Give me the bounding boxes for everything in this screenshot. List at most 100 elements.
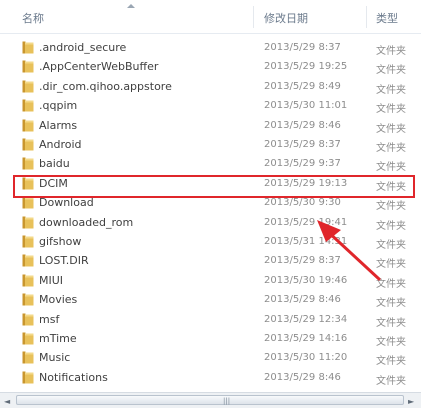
- folder-icon: [22, 177, 34, 190]
- folder-icon: [22, 235, 34, 248]
- file-type: 文件夹: [376, 104, 406, 116]
- folder-icon: [22, 80, 34, 93]
- file-modified-date: 2013/5/29 8:46: [264, 371, 341, 383]
- file-type: 文件夹: [376, 240, 406, 251]
- file-modified-date: 2013/5/31 14:31: [264, 236, 348, 247]
- file-row[interactable]: .qqpim 2013/5/30 11:01 文件夹: [0, 96, 421, 115]
- folder-icon: [22, 41, 34, 54]
- sort-ascending-icon[interactable]: [127, 4, 135, 8]
- file-row[interactable]: .android_secure 2013/5/29 8:37 文件夹: [0, 38, 421, 57]
- column-header-row: 名称 修改日期 类型: [0, 0, 421, 34]
- file-type: 文件夹: [376, 46, 406, 57]
- file-modified-date: 2013/5/30 11:01: [264, 100, 348, 112]
- folder-icon: [22, 332, 34, 345]
- file-type: 文件夹: [376, 143, 406, 154]
- file-name: Movies: [39, 293, 78, 307]
- folder-icon: [22, 119, 34, 132]
- file-modified-date: 2013/5/29 19:13: [264, 177, 348, 189]
- folder-icon: [22, 60, 34, 73]
- file-name: Download: [39, 196, 94, 210]
- folder-icon: [22, 371, 34, 384]
- file-type: 文件夹: [376, 201, 406, 213]
- folder-icon: [22, 99, 34, 112]
- file-modified-date: 2013/5/29 8:37: [264, 42, 341, 53]
- file-modified-date: 2013/5/29 8:37: [264, 255, 341, 267]
- scroll-right-icon[interactable]: ►: [408, 397, 414, 406]
- file-modified-date: 2013/5/29 19:25: [264, 61, 348, 73]
- file-list: .android_secure 2013/5/29 8:37 文件夹 .AppCent…: [0, 34, 421, 392]
- folder-icon: [22, 254, 34, 267]
- file-name: gifshow: [39, 235, 82, 248]
- file-modified-date: 2013/5/29 19:41: [264, 216, 348, 228]
- folder-icon: [22, 274, 34, 287]
- file-modified-date: 2013/5/29 8:49: [264, 80, 341, 92]
- file-row[interactable]: MIUI 2013/5/30 19:46 文件夹: [0, 271, 421, 290]
- grip-icon: |||: [223, 397, 231, 405]
- file-name: mTime: [39, 332, 77, 345]
- file-type: 文件夹: [376, 356, 406, 368]
- folder-icon: [22, 293, 34, 306]
- column-header-date[interactable]: 修改日期: [264, 10, 308, 26]
- file-type: 文件夹: [376, 65, 406, 77]
- column-header-type[interactable]: 类型: [376, 10, 398, 26]
- file-row[interactable]: .AppCenterWebBuffer 2013/5/29 19:25 文件夹: [0, 57, 421, 76]
- file-type: 文件夹: [376, 278, 406, 290]
- file-type: 文件夹: [376, 337, 406, 348]
- file-name: Notifications: [39, 370, 108, 384]
- column-divider[interactable]: [253, 6, 254, 28]
- folder-icon: [22, 196, 34, 209]
- file-row[interactable]: Alarms 2013/5/29 8:46 文件夹: [0, 116, 421, 135]
- folder-icon: [22, 313, 34, 326]
- file-row[interactable]: DCIM 2013/5/29 19:13 文件夹: [0, 174, 421, 193]
- file-modified-date: 2013/5/30 19:46: [264, 274, 348, 286]
- file-row[interactable]: Download 2013/5/30 9:30 文件夹: [0, 193, 421, 212]
- file-row[interactable]: LOST.DIR 2013/5/29 8:37 文件夹: [0, 251, 421, 270]
- folder-icon: [22, 216, 34, 229]
- file-name: downloaded_rom: [39, 215, 134, 229]
- file-type: 文件夹: [376, 298, 406, 310]
- file-type: 文件夹: [376, 162, 406, 174]
- folder-icon: [22, 157, 34, 170]
- file-type: 文件夹: [376, 123, 406, 135]
- file-type: 文件夹: [376, 317, 406, 329]
- file-name: LOST.DIR: [39, 254, 89, 268]
- file-name: MIUI: [39, 273, 64, 287]
- file-name: baidu: [39, 157, 70, 171]
- file-row[interactable]: downloaded_rom 2013/5/29 19:41 文件夹: [0, 213, 421, 232]
- file-row[interactable]: baidu 2013/5/29 9:37 文件夹: [0, 154, 421, 173]
- file-row[interactable]: Notifications 2013/5/29 8:46 文件夹: [0, 368, 421, 387]
- file-type: 文件夹: [376, 84, 406, 96]
- file-name: Alarms: [39, 118, 78, 132]
- column-header-name[interactable]: 名称: [22, 10, 44, 26]
- file-name: .dir_com.qihoo.appstore: [39, 79, 172, 93]
- file-modified-date: 2013/5/29 12:34: [264, 313, 348, 325]
- file-row[interactable]: msf 2013/5/29 12:34 文件夹: [0, 310, 421, 329]
- file-name: Music: [39, 351, 71, 365]
- file-name: .qqpim: [39, 99, 78, 113]
- file-type: 文件夹: [376, 375, 406, 387]
- file-row[interactable]: Movies 2013/5/29 8:46 文件夹: [0, 290, 421, 309]
- file-modified-date: 2013/5/29 14:16: [264, 333, 348, 344]
- file-name: msf: [39, 312, 60, 326]
- file-row[interactable]: gifshow 2013/5/31 14:31 文件夹: [0, 232, 421, 251]
- file-modified-date: 2013/5/29 8:37: [264, 139, 341, 150]
- file-row[interactable]: Music 2013/5/30 11:20 文件夹: [0, 348, 421, 367]
- column-divider[interactable]: [366, 6, 367, 28]
- file-name: DCIM: [39, 176, 68, 190]
- file-row[interactable]: .dir_com.qihoo.appstore 2013/5/29 8:49 文件夹: [0, 77, 421, 96]
- folder-icon: [22, 351, 34, 364]
- file-modified-date: 2013/5/30 11:20: [264, 352, 348, 364]
- file-name: Android: [39, 138, 82, 151]
- horizontal-scrollbar[interactable]: ◄ ||| ►: [0, 392, 421, 408]
- file-type: 文件夹: [376, 259, 406, 271]
- scroll-left-icon[interactable]: ◄: [4, 397, 10, 406]
- file-modified-date: 2013/5/29 9:37: [264, 158, 341, 170]
- file-modified-date: 2013/5/30 9:30: [264, 197, 341, 209]
- file-name: .AppCenterWebBuffer: [39, 60, 159, 74]
- file-modified-date: 2013/5/29 8:46: [264, 119, 341, 131]
- file-type: 文件夹: [376, 220, 406, 232]
- file-row[interactable]: mTime 2013/5/29 14:16 文件夹: [0, 329, 421, 348]
- file-row[interactable]: Android 2013/5/29 8:37 文件夹: [0, 135, 421, 154]
- scrollbar-thumb[interactable]: |||: [16, 395, 404, 405]
- folder-icon: [22, 138, 34, 151]
